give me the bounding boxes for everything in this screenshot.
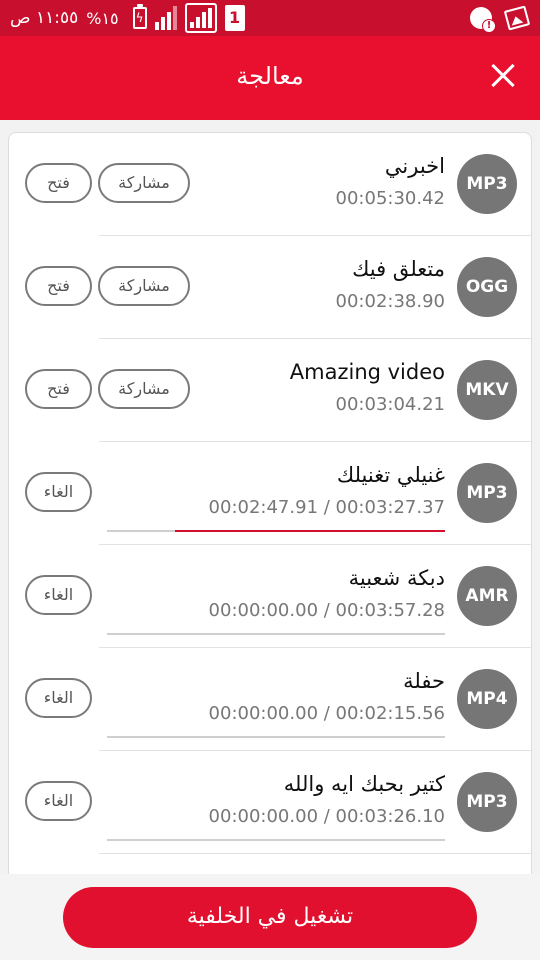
format-badge: MKV — [457, 360, 517, 420]
share-button[interactable]: مشاركة — [98, 163, 190, 203]
signal-strength-icon — [184, 3, 217, 33]
share-button[interactable]: مشاركة — [98, 369, 190, 409]
battery-charging-icon: ϟ — [132, 4, 147, 29]
battery-percent: %١٥ — [86, 8, 119, 28]
item-title: غنيلي تغنيلك — [336, 463, 445, 487]
list-item[interactable]: MKV Amazing video 00:03:04.21 مشاركة فتح — [9, 339, 531, 442]
item-title: متعلق فيك — [352, 257, 445, 281]
share-button[interactable]: مشاركة — [98, 266, 190, 306]
format-badge: AMR — [457, 566, 517, 626]
item-title: كتير بحبك ايه والله — [283, 772, 445, 796]
play-in-background-button[interactable]: تشغيل في الخلفية — [63, 887, 477, 948]
cancel-button[interactable]: الغاء — [25, 472, 92, 512]
gallery-icon — [503, 5, 531, 31]
item-duration: 00:05:30.42 — [335, 188, 445, 209]
progress-fill — [174, 530, 445, 532]
item-duration: 00:00:00.00 / 00:03:57.28 — [208, 600, 445, 621]
open-button[interactable]: فتح — [25, 369, 92, 409]
progress-bar — [107, 839, 445, 841]
item-duration: 00:00:00.00 / 00:02:15.56 — [208, 703, 445, 724]
status-bar-right — [470, 0, 531, 36]
cancel-button[interactable]: الغاء — [25, 678, 92, 718]
item-title: حفلة — [403, 669, 445, 693]
item-title: دبكة شعبية — [348, 566, 445, 590]
item-duration: 00:02:38.90 — [335, 291, 445, 312]
cancel-button[interactable]: الغاء — [25, 575, 92, 615]
list-item[interactable]: MP3 كتير بحبك ايه والله 00:00:00.00 / 00:0… — [9, 751, 531, 854]
format-badge: OGG — [457, 257, 517, 317]
open-button[interactable]: فتح — [25, 163, 92, 203]
format-badge: MP3 — [457, 463, 517, 523]
progress-bar — [107, 530, 445, 532]
notification-alert-icon — [470, 7, 496, 33]
item-duration: 00:02:47.91 / 00:03:27.37 — [208, 497, 445, 518]
open-button[interactable]: فتح — [25, 266, 92, 306]
format-badge: MP3 — [457, 772, 517, 832]
cancel-button[interactable]: الغاء — [25, 781, 92, 821]
list-item[interactable]: AMR دبكة شعبية 00:00:00.00 / 00:03:57.28 ال… — [9, 545, 531, 648]
page-title: معالجة — [236, 62, 304, 90]
list-item[interactable]: MP4 حفلة 00:00:00.00 / 00:02:15.56 الغاء — [9, 648, 531, 751]
clock: ١١:٥٥ ص — [10, 8, 79, 28]
status-bar: ١١:٥٥ ص %١٥ ϟ 1 — [0, 0, 540, 36]
format-badge: MP4 — [457, 669, 517, 729]
close-icon[interactable] — [486, 58, 522, 94]
progress-bar — [107, 633, 445, 635]
item-title: اخبرني — [384, 154, 445, 178]
item-duration: 00:00:00.00 / 00:03:26.10 — [208, 806, 445, 827]
footer: تشغيل في الخلفية — [0, 874, 540, 960]
list-item[interactable]: MP3 اخبرني 00:05:30.42 مشاركة فتح — [9, 133, 531, 236]
signal-icon — [154, 6, 177, 30]
item-duration: 00:03:04.21 — [335, 394, 445, 415]
format-badge: MP3 — [457, 154, 517, 214]
progress-bar — [107, 736, 445, 738]
processing-list: MP3 اخبرني 00:05:30.42 مشاركة فتح OGG متعلق في… — [8, 132, 532, 874]
app-bar: معالجة — [0, 36, 540, 120]
list-item[interactable]: MP3 غنيلي تغنيلك 00:02:47.91 / 00:03:27.37… — [9, 442, 531, 545]
item-title: Amazing video — [289, 360, 445, 384]
row-divider — [99, 853, 531, 854]
status-bar-left: ١١:٥٥ ص %١٥ ϟ 1 — [10, 0, 245, 36]
list-item[interactable]: OGG متعلق فيك 00:02:38.90 مشاركة فتح — [9, 236, 531, 339]
sim-slot-icon: 1 — [224, 5, 245, 31]
